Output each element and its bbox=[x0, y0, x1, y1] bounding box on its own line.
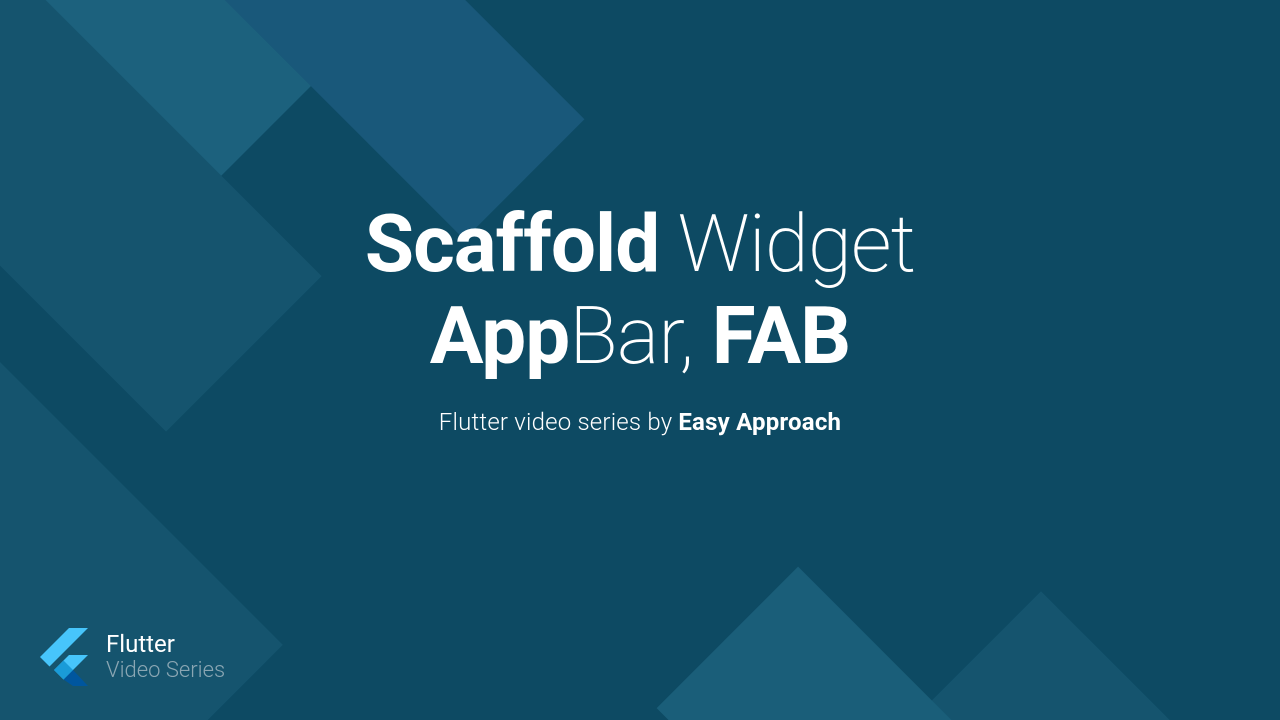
flutter-logo-icon bbox=[40, 628, 88, 686]
footer-brand: Flutter Video Series bbox=[40, 628, 225, 686]
brand-series: Video Series bbox=[106, 658, 225, 683]
subtitle-prefix: Flutter video series by bbox=[439, 408, 679, 436]
brand-name: Flutter bbox=[106, 631, 225, 659]
title-line-1: Scaffold Widget bbox=[0, 198, 1280, 290]
title-bold: FAB bbox=[712, 289, 851, 383]
brand-text: Flutter Video Series bbox=[106, 631, 225, 684]
title-bold: Scaffold bbox=[365, 197, 659, 291]
title-bold: App bbox=[430, 289, 569, 383]
title-light: Widget bbox=[659, 197, 915, 291]
subtitle-brand: Easy Approach bbox=[678, 408, 841, 436]
title-block: Scaffold Widget AppBar, FAB Flutter vide… bbox=[0, 198, 1280, 436]
title-light: Bar, bbox=[569, 289, 711, 383]
subtitle: Flutter video series by Easy Approach bbox=[0, 408, 1280, 436]
title-line-2: AppBar, FAB bbox=[0, 290, 1280, 382]
